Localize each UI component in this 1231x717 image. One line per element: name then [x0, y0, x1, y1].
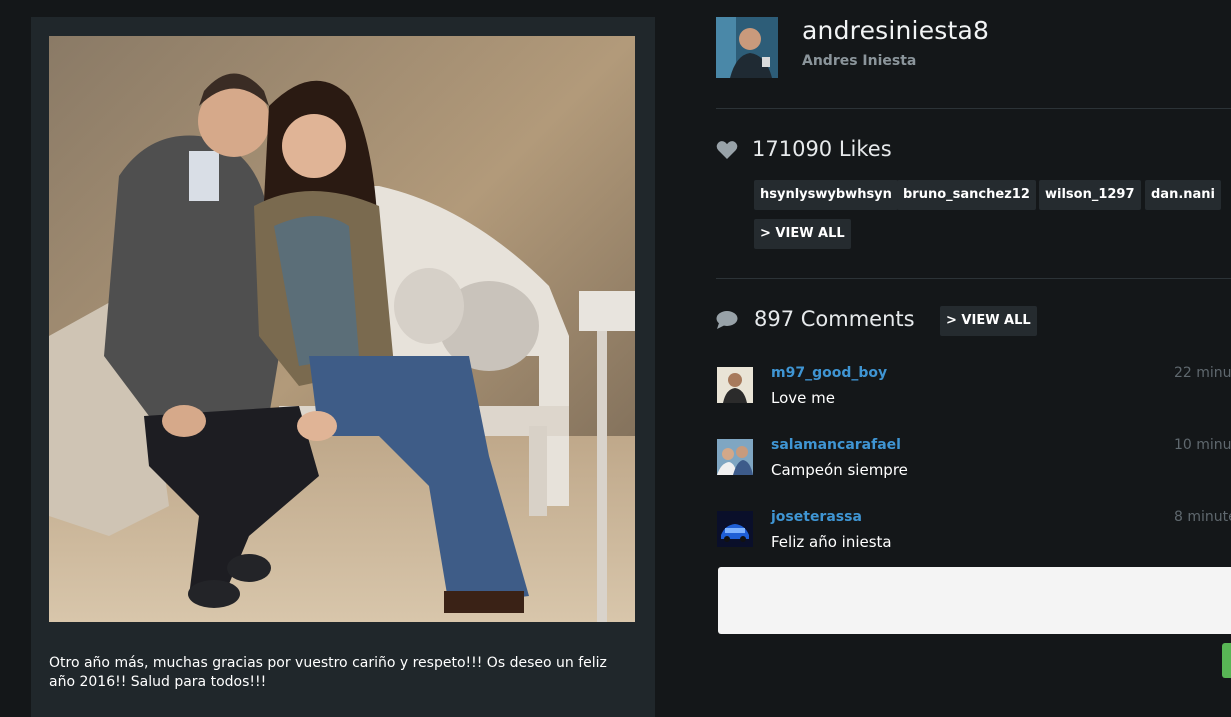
liker-chip[interactable]: dan.nani	[1145, 180, 1222, 210]
comment-time: 22 minutes ago	[1174, 365, 1231, 381]
liker-chip[interactable]: hsynlyswybwhsyn	[754, 180, 898, 210]
liker-chip[interactable]: bruno_sanchez12	[897, 180, 1036, 210]
liker-chip[interactable]: wilson_1297	[1039, 180, 1141, 210]
commenter-avatar[interactable]	[717, 367, 753, 403]
profile-avatar-image	[716, 17, 778, 78]
comment-text: Feliz año iniesta	[771, 533, 892, 551]
profile-full-name: Andres Iniesta	[802, 53, 917, 69]
profile-username[interactable]: andresiniesta8	[802, 16, 989, 45]
divider	[716, 278, 1231, 279]
divider	[716, 108, 1231, 109]
comment-text: Love me	[771, 389, 835, 407]
comment-item: m97_good_boy 22 minutes ago Love me	[716, 365, 1231, 415]
comment-time: 10 minutes ago	[1174, 437, 1231, 453]
post-comment-button[interactable]	[1222, 643, 1231, 678]
likes-view-all-button[interactable]: > VIEW ALL	[754, 219, 851, 249]
comment-username[interactable]: m97_good_boy	[771, 365, 887, 381]
speech-bubble-icon	[716, 310, 738, 329]
comments-count: 897 Comments	[754, 307, 915, 331]
commenter-avatar-image	[717, 367, 753, 403]
commenter-avatar[interactable]	[717, 439, 753, 475]
post-card: Otro año más, muchas gracias por vuestro…	[31, 17, 655, 717]
comment-item: salamancarafael 10 minutes ago Campeón s…	[716, 437, 1231, 487]
post-caption: Otro año más, muchas gracias por vuestro…	[49, 655, 607, 690]
comment-item: joseterassa 8 minutes ago Feliz año inie…	[716, 509, 1231, 559]
post-photo[interactable]	[49, 36, 635, 622]
post-photo-image	[49, 36, 635, 622]
commenter-avatar-image	[717, 511, 753, 547]
comment-time: 8 minutes ago	[1174, 509, 1231, 525]
comment-username[interactable]: joseterassa	[771, 509, 862, 525]
comment-text: Campeón siempre	[771, 461, 908, 479]
profile-avatar[interactable]	[716, 17, 778, 78]
comment-username[interactable]: salamancarafael	[771, 437, 901, 453]
comments-row: 897 Comments	[716, 307, 915, 331]
commenter-avatar[interactable]	[717, 511, 753, 547]
likes-count: 171090 Likes	[752, 137, 892, 161]
likes-row: 171090 Likes	[716, 137, 892, 161]
comment-input[interactable]	[718, 567, 1231, 634]
heart-icon[interactable]	[716, 140, 738, 159]
comments-view-all-button[interactable]: > VIEW ALL	[940, 306, 1037, 336]
commenter-avatar-image	[717, 439, 753, 475]
